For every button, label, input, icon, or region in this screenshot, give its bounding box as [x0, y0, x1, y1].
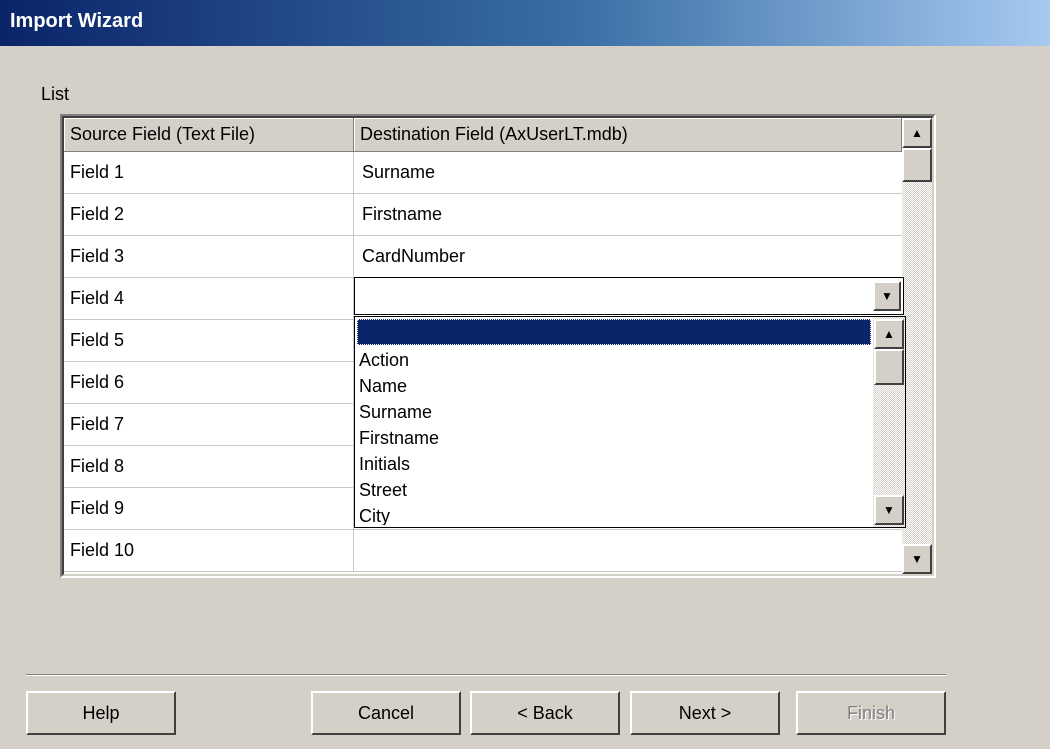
dropdown-item[interactable]: Firstname [357, 425, 871, 451]
source-field-cell: Field 4 [64, 278, 354, 319]
back-button[interactable]: < Back [470, 691, 620, 735]
help-button[interactable]: Help [26, 691, 176, 735]
dropdown-scroll-thumb[interactable] [874, 349, 904, 385]
source-field-cell: Field 3 [64, 236, 354, 277]
source-field-cell: Field 1 [64, 152, 354, 193]
destination-combo-box[interactable]: ▼ [354, 277, 904, 315]
list-label: List [41, 84, 70, 104]
dropdown-scroll-up-button[interactable]: ▲ [874, 319, 904, 349]
finish-button[interactable]: Finish [796, 691, 946, 735]
destination-field-cell[interactable]: Firstname [354, 194, 902, 235]
destination-dropdown-list: Action Name Surname Firstname Initials S… [354, 316, 906, 528]
table-row[interactable]: Field 10 [64, 530, 902, 572]
divider [26, 674, 946, 676]
grid-vertical-scrollbar[interactable]: ▲ ▼ [902, 118, 932, 574]
column-header-destination[interactable]: Destination Field (AxUserLT.mdb) [354, 118, 902, 152]
dropdown-item[interactable]: City [357, 503, 871, 525]
source-field-cell: Field 7 [64, 404, 354, 445]
dropdown-item[interactable]: Surname [357, 399, 871, 425]
table-row[interactable]: Field 2 Firstname [64, 194, 902, 236]
window-title: Import Wizard [10, 10, 144, 32]
triangle-up-icon: ▲ [911, 126, 923, 140]
source-field-cell: Field 10 [64, 530, 354, 571]
triangle-down-icon: ▼ [881, 289, 893, 303]
dropdown-item[interactable]: Action [357, 347, 871, 373]
dropdown-vertical-scrollbar[interactable]: ▲ ▼ [873, 317, 905, 527]
dropdown-scroll-down-button[interactable]: ▼ [874, 495, 904, 525]
next-button[interactable]: Next > [630, 691, 780, 735]
source-field-cell: Field 2 [64, 194, 354, 235]
grid-scroll-thumb[interactable] [902, 148, 932, 182]
combo-dropdown-button[interactable]: ▼ [873, 281, 901, 311]
destination-field-cell[interactable]: Surname [354, 152, 902, 193]
dropdown-item[interactable]: Initials [357, 451, 871, 477]
grid-scroll-down-button[interactable]: ▼ [902, 544, 932, 574]
dropdown-item[interactable]: Street [357, 477, 871, 503]
source-field-cell: Field 6 [64, 362, 354, 403]
table-row[interactable]: Field 3 CardNumber [64, 236, 902, 278]
dropdown-item[interactable]: Name [357, 373, 871, 399]
destination-field-cell[interactable]: CardNumber [354, 236, 902, 277]
triangle-down-icon: ▼ [911, 552, 923, 566]
dropdown-item-selected[interactable] [357, 319, 871, 345]
title-bar: Import Wizard [0, 0, 1050, 46]
source-field-cell: Field 5 [64, 320, 354, 361]
triangle-down-icon: ▼ [883, 503, 895, 517]
source-field-cell: Field 9 [64, 488, 354, 529]
triangle-up-icon: ▲ [883, 327, 895, 341]
table-row[interactable]: Field 1 Surname [64, 152, 902, 194]
column-header-source[interactable]: Source Field (Text File) [64, 118, 354, 152]
source-field-cell: Field 8 [64, 446, 354, 487]
cancel-button[interactable]: Cancel [311, 691, 461, 735]
destination-field-cell[interactable] [354, 530, 902, 571]
grid-scroll-up-button[interactable]: ▲ [902, 118, 932, 148]
